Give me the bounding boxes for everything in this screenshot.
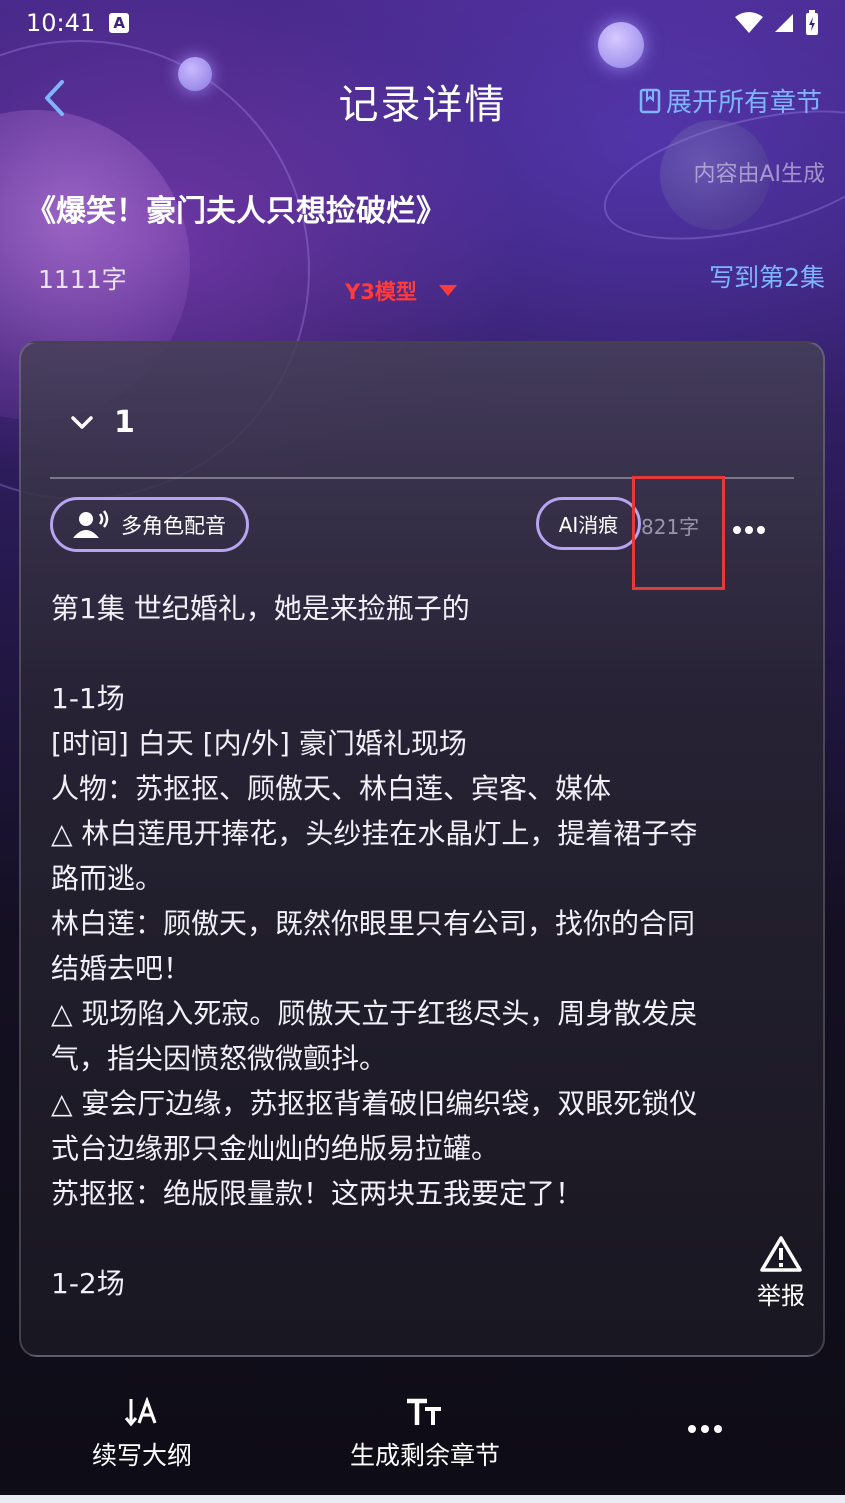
script-content: 第1集 世纪婚礼，她是来捡瓶子的 1-1场 [时间] 白天 [内/外] 豪门婚礼… (51, 586, 781, 1306)
write-to-episode[interactable]: 写到第2集 (709, 258, 825, 294)
content-line: 苏抠抠：绝版限量款！这两块五我要定了！ (51, 1177, 584, 1210)
signal-icon (775, 14, 793, 32)
speaker-person-icon (73, 509, 109, 538)
total-word-count: 1111字 (38, 265, 127, 294)
expand-all-label: 展开所有章节 (666, 88, 823, 118)
multi-role-dubbing-button[interactable]: 多角色配音 (50, 497, 249, 552)
page: 10:41 A 记录详情 展开所有章节 内容由AI生成 《爆笑！豪门夫人只想捡破… (0, 0, 845, 1503)
content-line: 1-1场 (51, 682, 125, 715)
status-bar: 10:41 A (0, 0, 845, 46)
content-line: △ 宴会厅边缘，苏抠抠背着破旧编织袋，双眼死锁仪 (51, 1087, 698, 1120)
notification-a-icon: A (109, 13, 130, 33)
content-line: △ 林白莲甩开捧花，头纱挂在水晶灯上，提着裙子夺 (51, 817, 698, 850)
expand-all-chapters-button[interactable]: 展开所有章节 (638, 82, 822, 119)
content-line: 式台边缘那只金灿灿的绝版易拉罐。 (51, 1132, 500, 1165)
generate-remaining-chapters-button[interactable]: 生成剩余章节 (350, 1396, 500, 1472)
chevron-down-icon (71, 415, 93, 429)
status-time: 10:41 (26, 9, 96, 37)
multi-role-dubbing-label: 多角色配音 (121, 513, 226, 538)
text-size-icon (405, 1396, 445, 1428)
battery-icon (806, 10, 818, 35)
ai-trace-removal-label: AI消痕 (558, 513, 619, 537)
model-select[interactable]: Y3模型 (345, 276, 457, 306)
continue-outline-icon (125, 1396, 159, 1428)
content-line: 结婚去吧！ (51, 952, 192, 985)
content-line: 气，指尖因愤怒微微颤抖。 (51, 1042, 388, 1075)
more-horizontal-icon (733, 526, 765, 534)
content-line: [时间] 白天 [内/外] 豪门婚礼现场 (51, 727, 467, 760)
ai-trace-removal-button[interactable]: AI消痕 (536, 497, 641, 550)
content-line: 人物：苏抠抠、顾傲天、林白莲、宾客、媒体 (51, 772, 612, 805)
report-button[interactable]: 举报 (752, 1236, 810, 1311)
system-nav-strip (0, 1495, 845, 1503)
more-options-button[interactable] (733, 509, 765, 542)
content-line: 1-2场 (51, 1267, 125, 1300)
content-line (51, 1216, 781, 1261)
chapter-number: 1 (114, 405, 135, 440)
wifi-icon (735, 12, 763, 33)
more-horizontal-icon (688, 1425, 722, 1433)
caret-down-icon (438, 285, 457, 296)
warning-icon (760, 1236, 802, 1272)
content-line: 第1集 世纪婚礼，她是来捡瓶子的 (51, 592, 470, 625)
ai-generated-note: 内容由AI生成 (693, 162, 825, 187)
content-line: 路而逃。 (51, 862, 164, 895)
book-icon (639, 88, 661, 113)
content-line: △ 现场陷入死寂。顾傲天立于红毯尽头，周身散发戾 (51, 997, 698, 1030)
highlight-box (632, 476, 725, 590)
content-line (51, 631, 781, 676)
report-label: 举报 (757, 1282, 805, 1310)
model-select-value: Y3模型 (345, 280, 417, 304)
continue-outline-button[interactable]: 续写大纲 (92, 1396, 192, 1472)
bottom-more-button[interactable] (688, 1424, 722, 1434)
chapter-toggle[interactable]: 1 (70, 405, 135, 440)
continue-outline-label: 续写大纲 (92, 1441, 193, 1470)
generate-remaining-chapters-label: 生成剩余章节 (350, 1441, 501, 1470)
bottom-toolbar: 续写大纲 生成剩余章节 (0, 1380, 845, 1495)
content-line: 林白莲：顾傲天，既然你眼里只有公司，找你的合同 (51, 907, 696, 940)
book-title: 《爆笑！豪门夫人只想捡破烂》 (26, 194, 446, 229)
